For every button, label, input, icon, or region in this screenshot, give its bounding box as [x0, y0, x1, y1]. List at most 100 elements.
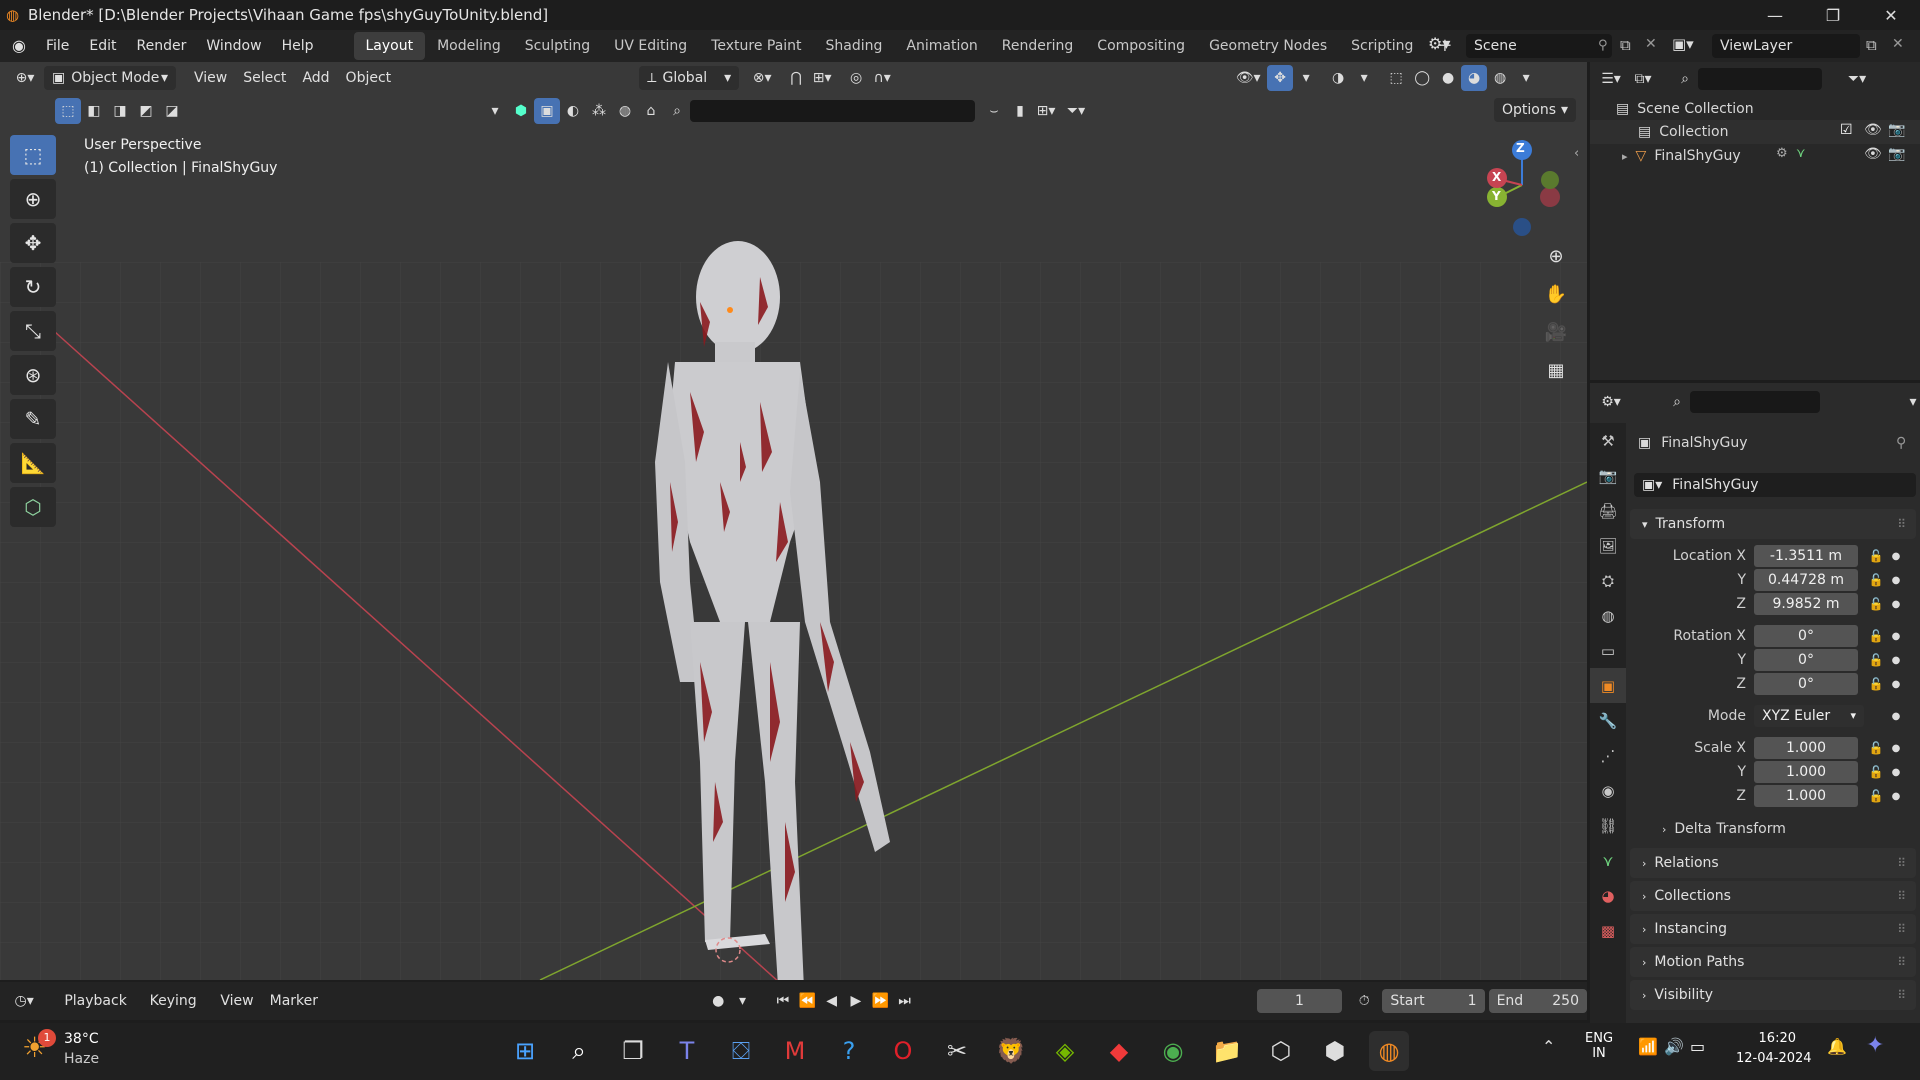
texture-tab-icon[interactable]: ▩ [1590, 913, 1626, 948]
notification-bell-icon[interactable]: 🔔 [1827, 1037, 1847, 1056]
eye-icon[interactable]: 👁 [1864, 146, 1882, 162]
clock[interactable]: 16:20 [1738, 1031, 1796, 1046]
physics-tab-icon[interactable]: ◉ [1590, 773, 1626, 808]
rotation-mode-select[interactable]: XYZ Euler ▾ [1754, 705, 1864, 727]
instancing-panel[interactable]: › Instancing ⠿ [1630, 914, 1916, 944]
navigation-gizmo[interactable]: Z Y X [1470, 135, 1580, 245]
transform-tool-icon[interactable]: ⊛ [10, 355, 56, 395]
select-intersect-icon[interactable]: ◪ [159, 98, 185, 124]
material-tab-icon[interactable]: ◕ [1590, 878, 1626, 913]
select-difference-icon[interactable]: ◩ [133, 98, 159, 124]
ortho-grid-icon[interactable]: ▦ [1540, 354, 1572, 386]
lock-icon[interactable]: 🔓 [1866, 741, 1886, 755]
display-mode-icon[interactable]: ⧉▾ [1630, 66, 1656, 92]
tab-animation[interactable]: Animation [894, 32, 989, 60]
select-box-tool-icon[interactable]: ⬚ [10, 135, 56, 175]
timeline-menu-playback[interactable]: Playback ▾ [56, 988, 141, 1035]
search-icon[interactable]: ⌕ [559, 1031, 599, 1071]
editor-type-icon[interactable]: ⊕▾ [12, 65, 38, 91]
tab-uv-editing[interactable]: UV Editing [602, 32, 699, 60]
drag-handle-icon[interactable]: ⠿ [1897, 517, 1906, 531]
anydesk-icon[interactable]: ◆ [1099, 1031, 1139, 1071]
data-tab-icon[interactable]: ⋎ [1590, 843, 1626, 878]
view-options-icon[interactable]: ⊞▾ [1033, 98, 1059, 124]
search-icon[interactable]: ⌕ [1672, 66, 1698, 92]
timeline-menu-marker[interactable]: Marker [262, 988, 326, 1014]
keyframe-dot-icon[interactable]: ● [1886, 599, 1906, 610]
properties-editor-icon[interactable]: ⚙▾ [1598, 389, 1624, 415]
search-icon[interactable]: ⌕ [1664, 389, 1690, 415]
falloff-icon[interactable]: ∩▾ [869, 65, 895, 91]
modifier-tab-icon[interactable]: 🔧 [1590, 703, 1626, 738]
keyframe-dot-icon[interactable]: ● [1886, 655, 1906, 666]
end-frame-field[interactable]: End 250 [1488, 989, 1587, 1013]
menu-render[interactable]: Render [127, 30, 197, 62]
properties-search-input[interactable] [1690, 391, 1820, 413]
3d-viewport[interactable] [0, 62, 1587, 980]
snipping-tool-icon[interactable]: ✂ [937, 1031, 977, 1071]
proportional-edit-icon[interactable]: ◎ [843, 65, 869, 91]
close-button[interactable]: ✕ [1862, 0, 1920, 30]
wireframe-shading-icon[interactable]: ◯ [1409, 65, 1435, 91]
mode-selector[interactable]: ▣ Object Mode ▾ [44, 66, 176, 90]
battery-icon[interactable]: ▭ [1690, 1037, 1705, 1056]
filter-texture-icon[interactable]: ⁂ [586, 98, 612, 124]
particles-tab-icon[interactable]: ⋰ [1590, 738, 1626, 773]
blender-menu-icon[interactable]: ◉ [0, 30, 36, 62]
filter-image-icon[interactable]: ⌂ [638, 98, 664, 124]
search-icon[interactable]: ⌕ [664, 98, 690, 124]
viewport-menu-view[interactable]: View [186, 65, 235, 91]
cursor-tool-icon[interactable]: ⊕ [10, 179, 56, 219]
snap-target-icon[interactable]: ⊞▾ [809, 65, 835, 91]
keyframe-dot-icon[interactable]: ● [1886, 743, 1906, 754]
rotation-z-field[interactable]: 0° [1754, 673, 1858, 695]
gizmo-toggle-icon[interactable]: ✥ [1267, 65, 1294, 91]
volume-icon[interactable]: 🔊 [1664, 1037, 1684, 1056]
location-z-field[interactable]: 9.9852 m [1754, 593, 1858, 615]
view-layer-tab-icon[interactable]: 🖼 [1590, 528, 1626, 563]
brave-icon[interactable]: 🦁 [991, 1031, 1031, 1071]
gizmo-dropdown-icon[interactable]: ▾ [1293, 65, 1319, 91]
overlay-icon[interactable]: ◑ [1325, 65, 1351, 91]
camera-view-icon[interactable]: 🎥 [1540, 316, 1572, 348]
rendered-shading-icon[interactable]: ◍ [1487, 65, 1513, 91]
scene-selector-icon[interactable]: ⚙▾ [1428, 34, 1450, 53]
move-tool-icon[interactable]: ✥ [10, 223, 56, 263]
checkbox-icon[interactable]: ☑ [1840, 122, 1853, 138]
keyframe-dot-icon[interactable]: ● [1886, 767, 1906, 778]
shading-dropdown-icon[interactable]: ▾ [1513, 65, 1539, 91]
file-explorer-icon[interactable]: 📁 [1207, 1031, 1247, 1071]
rotation-y-field[interactable]: 0° [1754, 649, 1858, 671]
lock-icon[interactable]: 🔓 [1866, 789, 1886, 803]
drag-handle-icon[interactable]: ⠿ [1897, 889, 1906, 903]
timeline-menu-keying[interactable]: Keying ▾ [142, 988, 213, 1035]
modifier-icon[interactable]: ⚙ [1776, 146, 1788, 161]
mesh-data-icon[interactable]: ⋎ [1796, 146, 1806, 161]
keyframe-dot-icon[interactable]: ● [1886, 791, 1906, 802]
object-datablock-field[interactable]: ▣▾ FinalShyGuy [1634, 473, 1916, 497]
keyframe-dot-icon[interactable]: ● [1886, 551, 1906, 562]
opera-icon[interactable]: O [883, 1031, 923, 1071]
timeline-editor-icon[interactable]: ◷▾ [12, 988, 36, 1014]
maximize-button[interactable]: ❐ [1804, 0, 1862, 30]
play-icon[interactable]: ▶ [844, 988, 868, 1014]
scene-tab-icon[interactable]: ⛭ [1590, 563, 1626, 598]
new-viewlayer-icon[interactable]: ⧉ [1866, 36, 1877, 54]
chrome-icon[interactable]: ◉ [1153, 1031, 1193, 1071]
rotation-x-field[interactable]: 0° [1754, 625, 1858, 647]
weather-widget[interactable]: ☀ 1 [22, 1029, 62, 1071]
tool-tab-icon[interactable]: ⚒ [1590, 423, 1626, 458]
keyframe-dot-icon[interactable]: ● [1886, 711, 1906, 722]
minimize-button[interactable]: — [1746, 0, 1804, 30]
lock-icon[interactable]: 🔓 [1866, 597, 1886, 611]
tab-texture-paint[interactable]: Texture Paint [699, 32, 813, 60]
transform-orientation-selector[interactable]: ⟂ Global ▾ [639, 66, 740, 90]
eye-icon[interactable]: 👁 [1864, 122, 1882, 138]
object-tab-icon[interactable]: ▣ [1590, 668, 1626, 703]
drag-handle-icon[interactable]: ⠿ [1897, 955, 1906, 969]
delta-transform-subpanel[interactable]: › Delta Transform [1662, 821, 1786, 837]
motion-paths-panel[interactable]: › Motion Paths ⠿ [1630, 947, 1916, 977]
viewport-menu-object[interactable]: Object [338, 65, 400, 91]
camera-icon[interactable]: 📷 [1888, 146, 1905, 162]
pin-icon[interactable]: ⚲ [1598, 38, 1608, 53]
